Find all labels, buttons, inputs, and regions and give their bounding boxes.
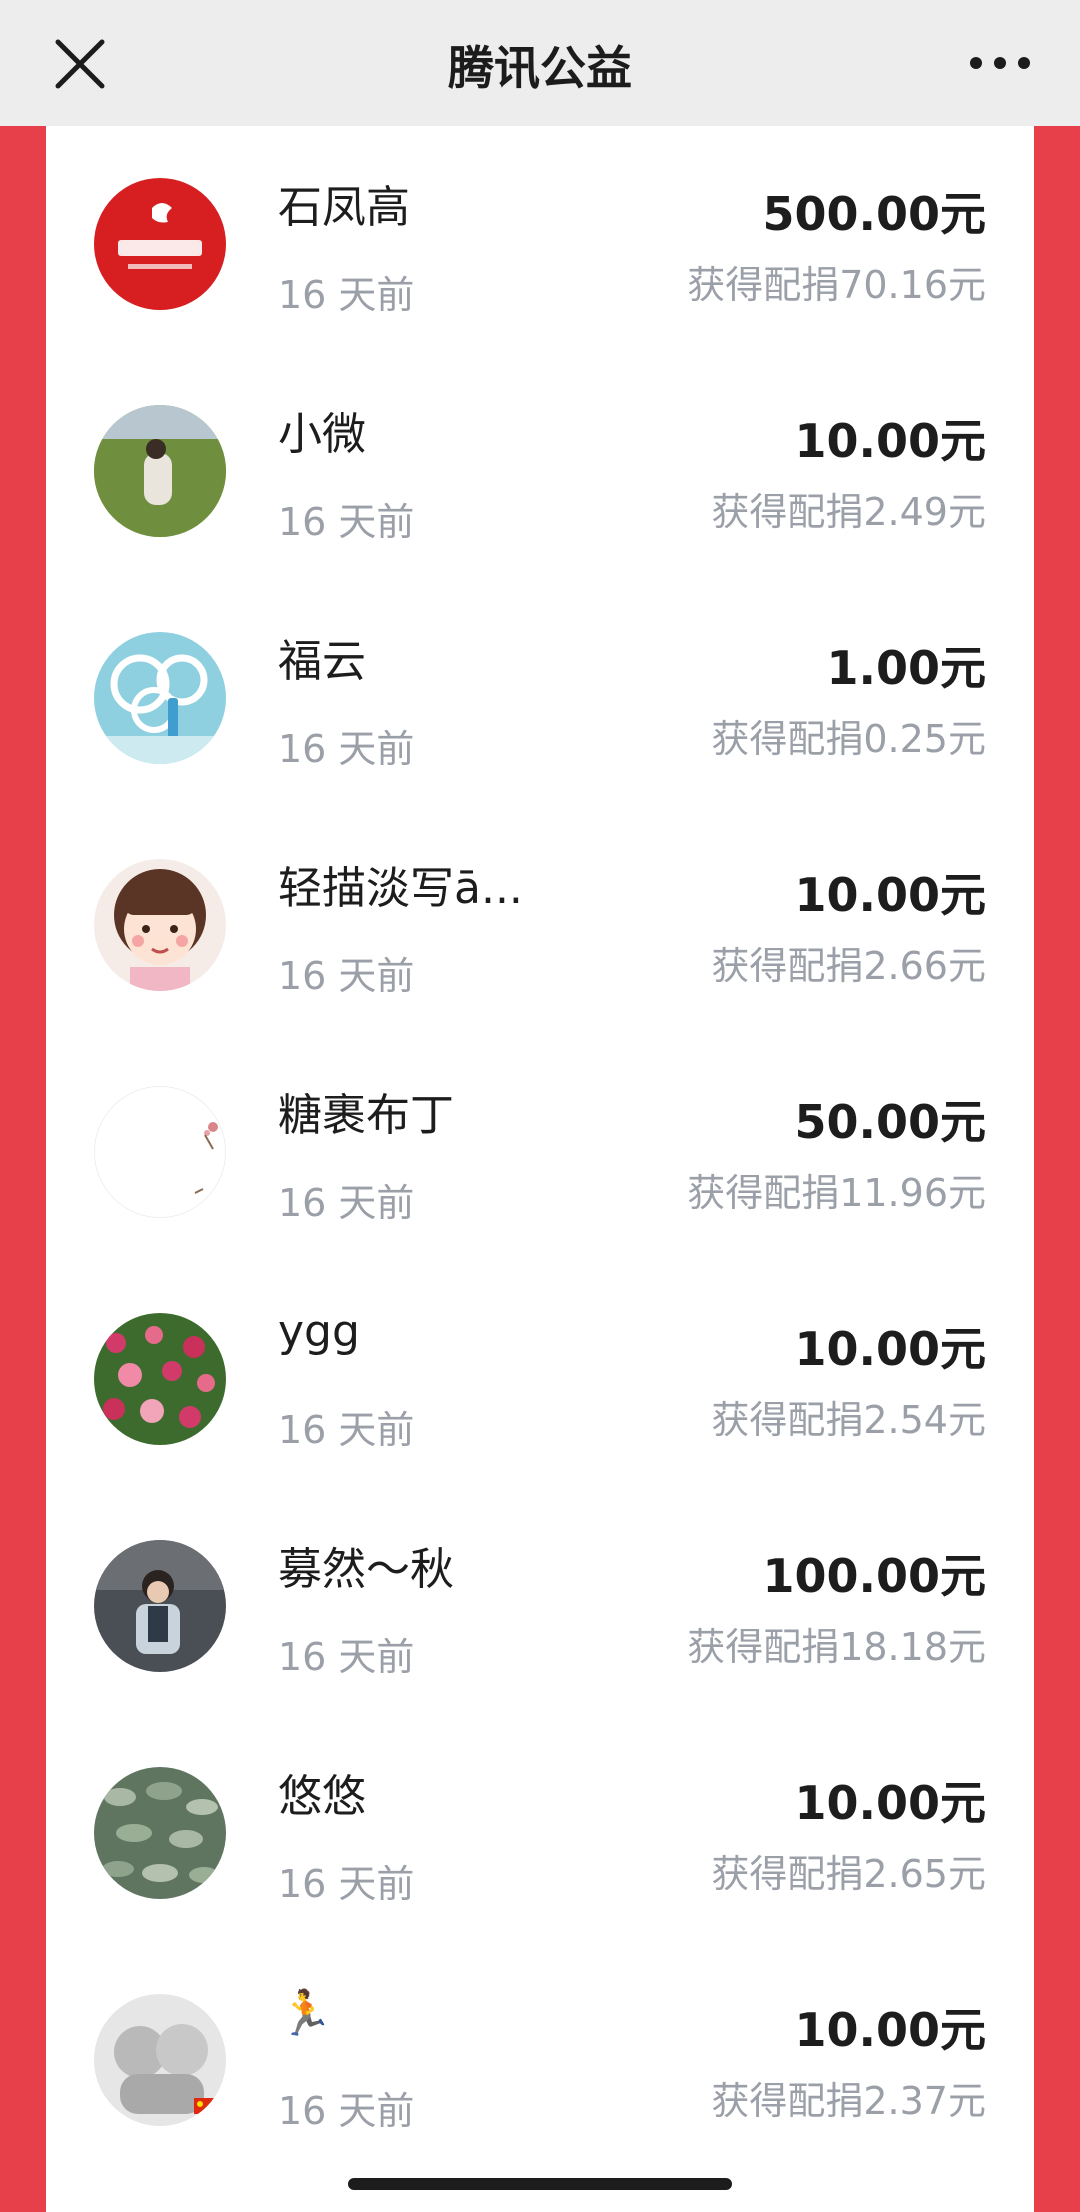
donation-row[interactable]: 🏃 16 天前 10.00元 获得配捐2.37元 — [46, 1942, 1034, 2169]
donation-time: 16 天前 — [278, 1635, 415, 1679]
donation-amount: 10.00元 — [794, 414, 986, 468]
right-red-band — [1034, 126, 1080, 2212]
donation-amount: 10.00元 — [794, 1776, 986, 1830]
donor-name: 石凤高 — [278, 182, 410, 233]
donor-name: 悠悠 — [278, 1771, 366, 1822]
child-photo-avatar — [94, 1540, 226, 1672]
donation-row[interactable]: 糖裹布丁 16 天前 50.00元 获得配捐11.96元 — [46, 1034, 1034, 1261]
matched-donation: 获得配捐11.96元 — [687, 1171, 986, 1215]
donor-name: 募然～秋 — [278, 1544, 454, 1595]
matched-donation: 获得配捐0.25元 — [711, 717, 986, 761]
flower-sketch-avatar — [94, 1086, 226, 1218]
matched-donation: 获得配捐2.65元 — [711, 1852, 986, 1896]
matched-donation: 获得配捐2.37元 — [711, 2079, 986, 2123]
matched-donation: 获得配捐18.18元 — [687, 1625, 986, 1669]
donation-amount: 10.00元 — [794, 1322, 986, 1376]
field-photo-avatar — [94, 405, 226, 537]
matched-donation: 获得配捐2.54元 — [711, 1398, 986, 1442]
more-dots-icon — [970, 57, 1030, 69]
rings-photo-avatar — [94, 632, 226, 764]
donor-name: 小微 — [278, 409, 366, 460]
donation-amount: 1.00元 — [826, 641, 987, 695]
donation-row[interactable]: 募然～秋 16 天前 100.00元 获得配捐18.18元 — [46, 1488, 1034, 1715]
donation-time: 16 天前 — [278, 954, 415, 998]
page-title: 腾讯公益 — [448, 41, 632, 95]
donation-time: 16 天前 — [278, 500, 415, 544]
donation-row[interactable]: 小微 16 天前 10.00元 获得配捐2.49元 — [46, 353, 1034, 580]
flower-garden-avatar — [94, 1313, 226, 1445]
donor-name: 🏃 — [278, 1988, 333, 2039]
donation-time: 16 天前 — [278, 2089, 415, 2133]
donation-row[interactable]: ygg 16 天前 10.00元 获得配捐2.54元 — [46, 1261, 1034, 1488]
left-red-band — [0, 126, 46, 2212]
donation-time: 16 天前 — [278, 1862, 415, 1906]
donor-name: 糖裹布丁 — [278, 1090, 454, 1141]
donation-time: 16 天前 — [278, 273, 415, 317]
donation-amount: 500.00元 — [762, 187, 986, 241]
top-navigation-bar: 腾讯公益 — [0, 0, 1080, 126]
leaves-photo-avatar — [94, 1767, 226, 1899]
donation-amount: 100.00元 — [762, 1549, 986, 1603]
donation-time: 16 天前 — [278, 1181, 415, 1225]
more-button[interactable] — [960, 38, 1040, 88]
babies-photo-avatar — [94, 1994, 226, 2126]
donation-row[interactable]: 石凤高 16 天前 500.00元 获得配捐70.16元 — [46, 126, 1034, 353]
cartoon-girl-avatar — [94, 859, 226, 991]
donor-name: ygg — [278, 1306, 360, 1357]
donation-time: 16 天前 — [278, 727, 415, 771]
matched-donation: 获得配捐70.16元 — [687, 263, 986, 307]
home-indicator[interactable] — [348, 2178, 732, 2190]
brand-logo-avatar — [94, 178, 226, 310]
matched-donation: 获得配捐2.66元 — [711, 944, 986, 988]
donation-time: 16 天前 — [278, 1408, 415, 1452]
donation-amount: 10.00元 — [794, 2003, 986, 2057]
donor-name: 福云 — [278, 636, 366, 687]
donation-list[interactable]: 石凤高 16 天前 500.00元 获得配捐70.16元 小微 16 天前 10… — [46, 126, 1034, 2212]
donation-row[interactable]: 福云 16 天前 1.00元 获得配捐0.25元 — [46, 580, 1034, 807]
matched-donation: 获得配捐2.49元 — [711, 490, 986, 534]
donation-row[interactable]: 悠悠 16 天前 10.00元 获得配捐2.65元 — [46, 1715, 1034, 1942]
donation-amount: 10.00元 — [794, 868, 986, 922]
donation-row[interactable]: 轻描淡写ā... 16 天前 10.00元 获得配捐2.66元 — [46, 807, 1034, 1034]
donor-name: 轻描淡写ā... — [278, 863, 523, 914]
donation-amount: 50.00元 — [794, 1095, 986, 1149]
